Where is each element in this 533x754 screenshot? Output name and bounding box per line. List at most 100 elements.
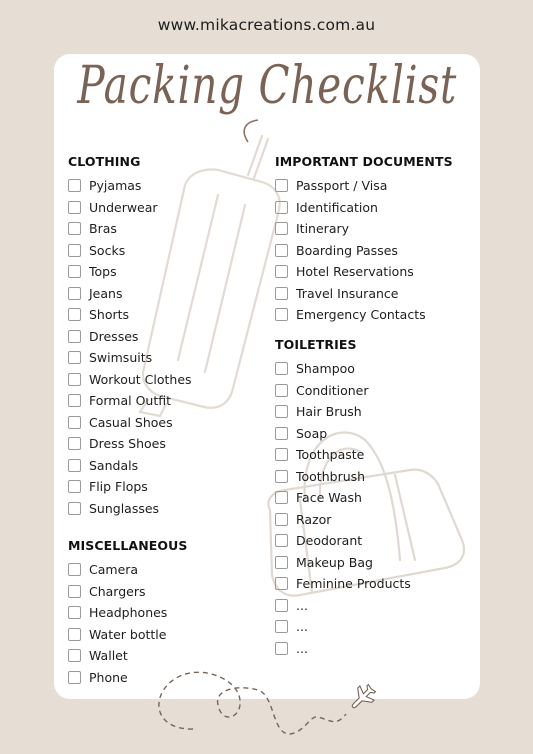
- checklist-item[interactable]: Headphones: [68, 602, 188, 624]
- checklist-item[interactable]: Deodorant: [275, 530, 411, 552]
- checklist-item[interactable]: Toothbrush: [275, 466, 411, 488]
- checkbox[interactable]: [68, 308, 81, 322]
- checkbox[interactable]: [68, 563, 81, 577]
- checkbox[interactable]: [275, 243, 288, 257]
- checklist-item[interactable]: Socks: [68, 240, 192, 262]
- checkbox[interactable]: [68, 200, 81, 214]
- checkbox[interactable]: [275, 598, 288, 612]
- checklist-item[interactable]: Tops: [68, 261, 192, 283]
- checklist-item[interactable]: Travel Insurance: [275, 283, 453, 305]
- website-url: www.mikacreations.com.au: [157, 16, 376, 34]
- checkbox[interactable]: [275, 641, 288, 655]
- checklist-item[interactable]: Flip Flops: [68, 476, 192, 498]
- checklist-item[interactable]: Hotel Reservations: [275, 261, 453, 283]
- checklist-item[interactable]: Bras: [68, 218, 192, 240]
- checklist-item[interactable]: Emergency Contacts: [275, 304, 453, 326]
- checklist-item[interactable]: Conditioner: [275, 380, 411, 402]
- checkbox[interactable]: [275, 265, 288, 279]
- checkbox[interactable]: [68, 265, 81, 279]
- checklist-item-label: Chargers: [89, 583, 146, 599]
- checklist-item-label: Formal Outfit: [89, 393, 172, 409]
- checkbox[interactable]: [275, 362, 288, 376]
- checklist-item[interactable]: Razor: [275, 509, 411, 531]
- checklist-item[interactable]: Makeup Bag: [275, 552, 411, 574]
- checklist-item[interactable]: Phone: [68, 667, 188, 689]
- checkbox[interactable]: [68, 243, 81, 257]
- checklist-item[interactable]: Shorts: [68, 304, 192, 326]
- checkbox[interactable]: [275, 512, 288, 526]
- checklist-item[interactable]: Feminine Products: [275, 573, 411, 595]
- checklist-item[interactable]: Pyjamas: [68, 175, 192, 197]
- checklist-item[interactable]: Workout Clothes: [68, 369, 192, 391]
- checkbox[interactable]: [68, 415, 81, 429]
- checklist-item[interactable]: Chargers: [68, 581, 188, 603]
- checkbox[interactable]: [68, 222, 81, 236]
- checkbox[interactable]: [68, 649, 81, 663]
- checklist-item-label: Tops: [89, 264, 117, 280]
- checklist-item[interactable]: Camera: [68, 559, 188, 581]
- checklist-item[interactable]: Formal Outfit: [68, 390, 192, 412]
- checklist-item[interactable]: Identification: [275, 197, 453, 219]
- checkbox[interactable]: [275, 308, 288, 322]
- checklist-item-label: Toothbrush: [296, 468, 366, 484]
- checkbox[interactable]: [275, 555, 288, 569]
- checklist-item[interactable]: Dresses: [68, 326, 192, 348]
- checkbox[interactable]: [275, 469, 288, 483]
- checkbox[interactable]: [68, 394, 81, 408]
- checklist-item[interactable]: Dress Shoes: [68, 433, 192, 455]
- checklist-item-label: ...: [296, 640, 308, 656]
- checkbox[interactable]: [68, 437, 81, 451]
- checklist-item[interactable]: Passport / Visa: [275, 175, 453, 197]
- checklist-item[interactable]: Shampoo: [275, 358, 411, 380]
- checklist-item[interactable]: Jeans: [68, 283, 192, 305]
- checklist-item[interactable]: Sandals: [68, 455, 192, 477]
- checkbox[interactable]: [68, 480, 81, 494]
- checkbox[interactable]: [68, 351, 81, 365]
- checklist-item[interactable]: Boarding Passes: [275, 240, 453, 262]
- checklist-item[interactable]: Sunglasses: [68, 498, 192, 520]
- checkbox[interactable]: [68, 627, 81, 641]
- checklist-item[interactable]: Underwear: [68, 197, 192, 219]
- checkbox[interactable]: [275, 179, 288, 193]
- checkbox[interactable]: [275, 286, 288, 300]
- page-title: Packing Checklist: [77, 56, 458, 116]
- checkbox[interactable]: [275, 620, 288, 634]
- checklist-item[interactable]: Hair Brush: [275, 401, 411, 423]
- checklist-item-label: Soap: [296, 425, 328, 441]
- checkbox[interactable]: [275, 405, 288, 419]
- checklist-item[interactable]: ...: [275, 616, 411, 638]
- checklist-item[interactable]: Swimsuits: [68, 347, 192, 369]
- checkbox[interactable]: [68, 372, 81, 386]
- checkbox[interactable]: [275, 448, 288, 462]
- checklist-item[interactable]: ...: [275, 595, 411, 617]
- checklist-item[interactable]: Soap: [275, 423, 411, 445]
- checkbox[interactable]: [275, 383, 288, 397]
- section-clothing: CLOTHING Pyjamas Underwear Bras Socks Tops Je…: [68, 154, 192, 519]
- checkbox[interactable]: [275, 222, 288, 236]
- checkbox[interactable]: [68, 670, 81, 684]
- checkbox[interactable]: [275, 491, 288, 505]
- checkbox[interactable]: [275, 577, 288, 591]
- checkbox[interactable]: [275, 534, 288, 548]
- checkbox[interactable]: [68, 329, 81, 343]
- checkbox[interactable]: [68, 501, 81, 515]
- checklist-item[interactable]: Toothpaste: [275, 444, 411, 466]
- checkbox[interactable]: [275, 200, 288, 214]
- checkbox[interactable]: [68, 458, 81, 472]
- checklist-item-label: Dress Shoes: [89, 436, 166, 452]
- checklist-item[interactable]: Face Wash: [275, 487, 411, 509]
- section-heading: CLOTHING: [68, 154, 141, 169]
- checklist-item[interactable]: Water bottle: [68, 624, 188, 646]
- checklist-item-label: Wallet: [89, 648, 128, 664]
- checkbox[interactable]: [68, 606, 81, 620]
- checkbox[interactable]: [275, 426, 288, 440]
- checklist-item[interactable]: ...: [275, 638, 411, 660]
- checklist-item[interactable]: Casual Shoes: [68, 412, 192, 434]
- checklist-item[interactable]: Itinerary: [275, 218, 453, 240]
- checkbox[interactable]: [68, 286, 81, 300]
- checkbox[interactable]: [68, 584, 81, 598]
- checklist-item[interactable]: Wallet: [68, 645, 188, 667]
- checklist-item-label: Identification: [296, 199, 378, 215]
- checklist-item-label: Face Wash: [296, 490, 362, 506]
- checkbox[interactable]: [68, 179, 81, 193]
